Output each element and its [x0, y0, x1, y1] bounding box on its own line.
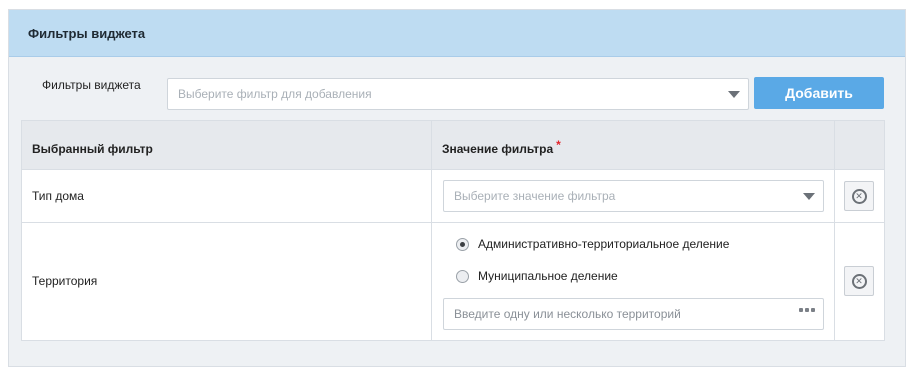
filters-table: Выбранный фильтр Значение фильтра * Тип д…	[21, 120, 885, 341]
close-circle-icon: ✕	[851, 273, 867, 289]
column-divider	[834, 121, 835, 340]
radio-administrative[interactable]: Административно-территориальное деление	[456, 237, 729, 251]
territory-input[interactable]: Введите одну или несколько территорий	[443, 298, 824, 330]
row-divider	[22, 222, 884, 223]
radio-label: Административно-территориальное деление	[478, 237, 730, 251]
row-filter-name: Территория	[32, 274, 98, 288]
remove-filter-button[interactable]: ✕	[844, 266, 874, 296]
required-mark: *	[556, 138, 561, 152]
ellipsis-icon[interactable]	[799, 308, 815, 312]
filter-select[interactable]: Выберите фильтр для добавления	[167, 78, 749, 110]
add-filter-button[interactable]: Добавить	[754, 77, 884, 109]
filter-select-label: Фильтры виджета	[42, 78, 141, 92]
territory-input-placeholder: Введите одну или несколько территорий	[454, 307, 681, 321]
filter-select-placeholder: Выберите фильтр для добавления	[178, 87, 372, 101]
radio-button[interactable]	[456, 269, 469, 283]
filter-value-select[interactable]: Выберите значение фильтра	[443, 180, 824, 212]
radio-label: Муниципальное деление	[478, 269, 618, 283]
chevron-down-icon	[728, 91, 740, 98]
radio-municipal[interactable]: Муниципальное деление	[456, 269, 618, 283]
filter-value-placeholder: Выберите значение фильтра	[454, 189, 616, 203]
chevron-down-icon	[803, 193, 815, 200]
header-selected-filter: Выбранный фильтр	[32, 142, 153, 156]
column-divider	[431, 121, 432, 340]
panel-title: Фильтры виджета	[28, 26, 146, 41]
remove-filter-button[interactable]: ✕	[844, 181, 874, 211]
header-filter-value: Значение фильтра *	[442, 138, 561, 156]
close-circle-icon: ✕	[851, 188, 867, 204]
header-filter-value-label: Значение фильтра	[442, 142, 554, 156]
radio-button-checked[interactable]	[456, 237, 469, 251]
panel-header: Фильтры виджета	[9, 10, 905, 57]
row-filter-name: Тип дома	[32, 189, 84, 203]
